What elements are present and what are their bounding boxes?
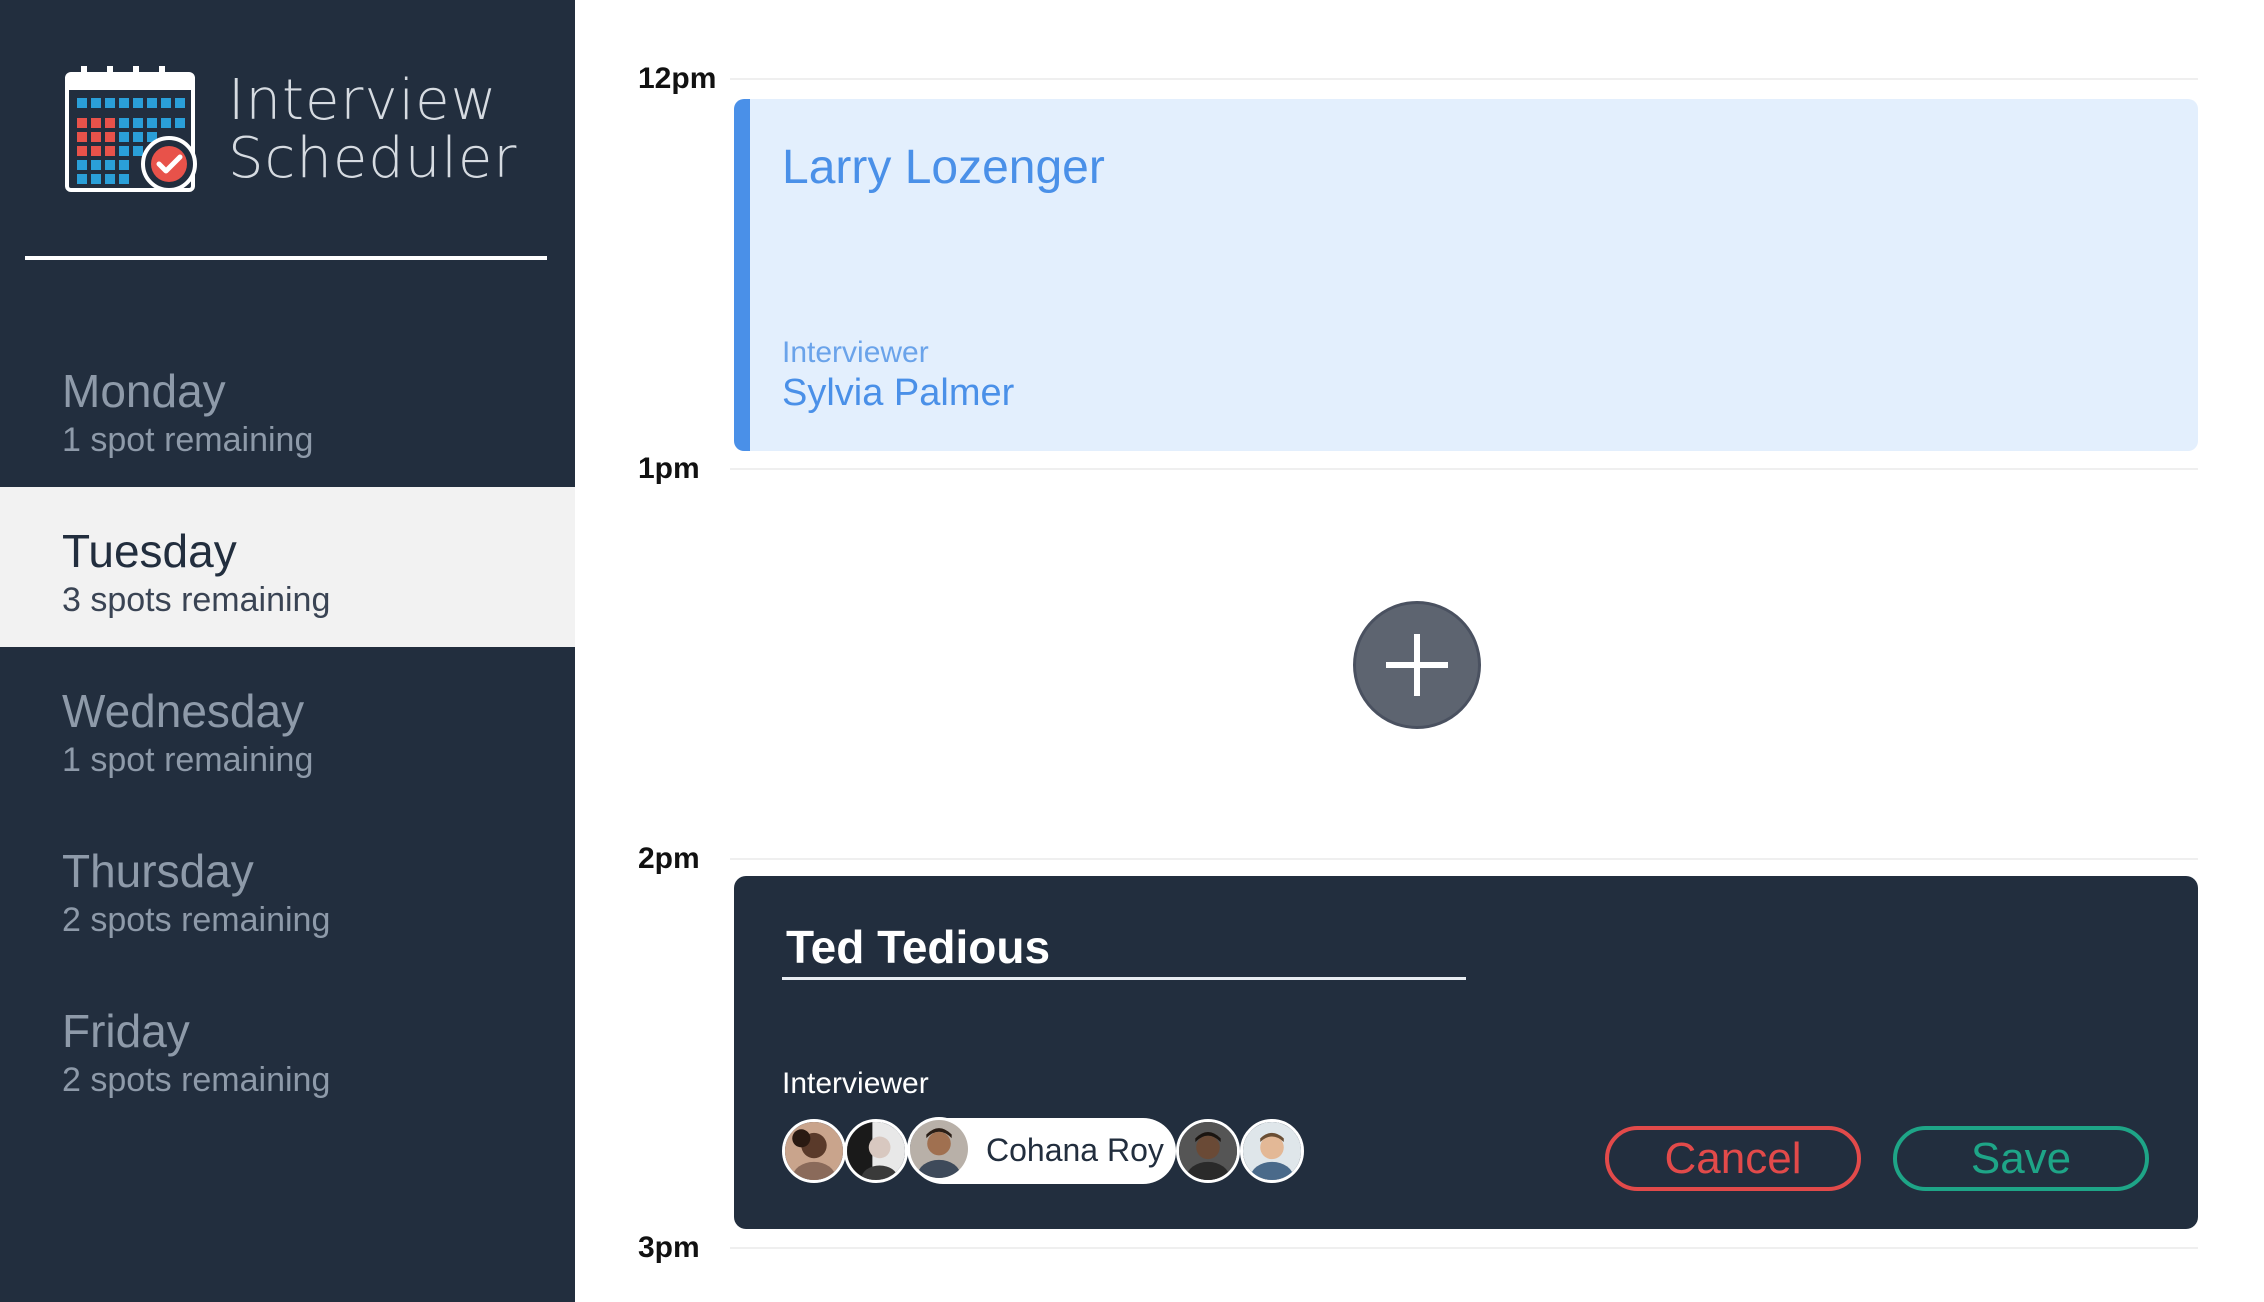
day-item-tuesday[interactable]: Tuesday 3 spots remaining: [0, 487, 575, 647]
hour-divider: [730, 858, 2198, 860]
cancel-button[interactable]: Cancel: [1605, 1126, 1861, 1191]
app-title: Interview Scheduler: [228, 72, 517, 188]
day-name: Tuesday: [62, 525, 237, 577]
day-item-friday[interactable]: Friday 2 spots remaining: [0, 967, 575, 1127]
save-button[interactable]: Save: [1893, 1126, 2149, 1191]
day-name: Thursday: [62, 845, 254, 897]
add-appointment-button[interactable]: [1353, 601, 1481, 729]
interviewer-avatar[interactable]: [782, 1119, 846, 1183]
interviewer-avatar[interactable]: [1176, 1119, 1240, 1183]
day-spots: 2 spots remaining: [62, 1061, 331, 1099]
title-divider: [25, 256, 547, 260]
time-label: 12pm: [638, 62, 717, 95]
app-title-line2: Scheduler: [228, 126, 518, 191]
day-spots: 2 spots remaining: [62, 901, 331, 939]
interviewer-avatar[interactable]: [844, 1119, 908, 1183]
hour-divider: [730, 1247, 2198, 1249]
sidebar: Interview Scheduler Monday 1 spot remain…: [0, 0, 575, 1302]
selected-interviewer-name: Cohana Roy: [986, 1132, 1164, 1168]
interviewer-avatar[interactable]: [1240, 1119, 1304, 1183]
time-label: 2pm: [638, 842, 700, 875]
day-item-monday[interactable]: Monday 1 spot remaining: [0, 327, 575, 487]
day-item-wednesday[interactable]: Wednesday 1 spot remaining: [0, 647, 575, 807]
day-spots: 3 spots remaining: [62, 581, 331, 619]
time-label: 3pm: [638, 1231, 700, 1264]
hour-divider: [730, 468, 2198, 470]
time-label: 1pm: [638, 452, 700, 485]
selected-interviewer[interactable]: Cohana Roy: [907, 1117, 1176, 1184]
plus-icon: [1386, 634, 1448, 696]
day-spots: 1 spot remaining: [62, 421, 314, 459]
interviewer-avatar: [907, 1117, 971, 1181]
calendar-check-icon: [63, 66, 197, 194]
app-title-line1: Interview: [228, 68, 498, 133]
appointment-interviewer: Sylvia Palmer: [782, 372, 1015, 414]
day-item-thursday[interactable]: Thursday 2 spots remaining: [0, 807, 575, 967]
day-spots: 1 spot remaining: [62, 741, 314, 779]
day-name: Monday: [62, 365, 226, 417]
student-name-input[interactable]: [782, 916, 1466, 980]
interviewer-label: Interviewer: [782, 1067, 929, 1100]
day-name: Friday: [62, 1005, 190, 1057]
hour-divider: [730, 78, 2198, 80]
day-name: Wednesday: [62, 685, 305, 737]
appointment-interviewer-label: Interviewer: [782, 336, 929, 369]
appointment-student: Larry Lozenger: [782, 141, 1105, 194]
